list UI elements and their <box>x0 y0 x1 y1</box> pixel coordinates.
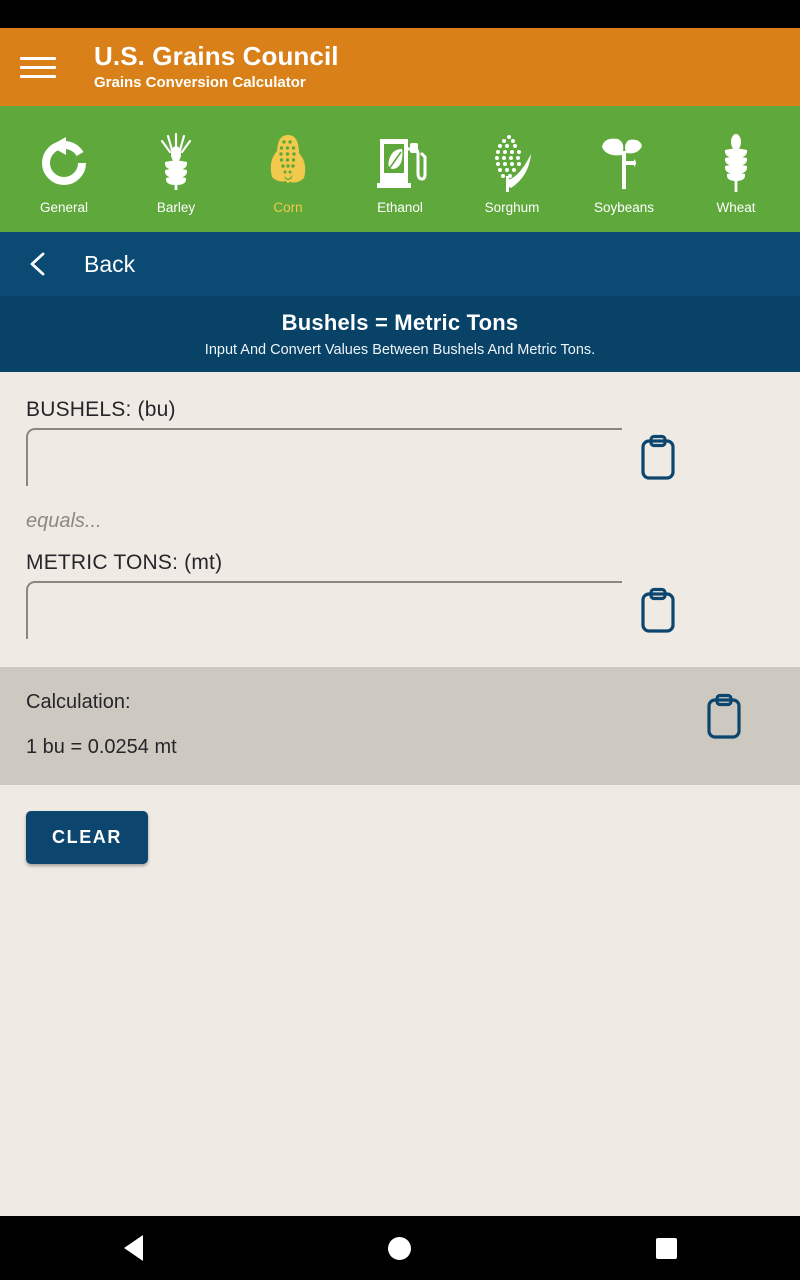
content-spacer <box>0 890 800 1216</box>
system-navigation-bar <box>0 1216 800 1280</box>
copy-calculation-clipboard-icon[interactable] <box>696 687 752 747</box>
bushels-field-group: BUSHELS: (bu) <box>0 372 800 488</box>
nav-label: General <box>39 199 89 215</box>
app-screen: U.S. Grains Council Grains Conversion Ca… <box>0 0 800 1280</box>
copy-metric-tons-clipboard-icon[interactable] <box>630 581 686 641</box>
header-titles: U.S. Grains Council Grains Conversion Ca… <box>94 40 339 92</box>
calculation-text-group: Calculation: 1 bu = 0.0254 mt <box>26 691 177 759</box>
calculation-panel: Calculation: 1 bu = 0.0254 mt <box>0 667 800 785</box>
clear-button[interactable]: CLEAR <box>26 811 148 864</box>
nav-label: Barley <box>156 199 196 215</box>
metric-tons-label: METRIC TONS: (mt) <box>26 551 223 574</box>
corn-cob-icon <box>264 130 312 196</box>
bushels-input[interactable] <box>26 428 622 486</box>
wheat-stalk-icon <box>712 130 760 196</box>
nav-item-general[interactable]: General <box>14 124 114 215</box>
bushels-label: BUSHELS: (bu) <box>26 398 176 421</box>
hamburger-menu-icon[interactable] <box>20 52 56 82</box>
square-recents-icon[interactable] <box>632 1225 702 1271</box>
nav-item-barley[interactable]: Barley <box>126 124 226 215</box>
nav-item-wheat[interactable]: Wheat <box>686 124 786 215</box>
nav-item-ethanol[interactable]: Ethanol <box>350 124 450 215</box>
soybean-sprout-icon <box>596 130 652 196</box>
copy-bushels-clipboard-icon[interactable] <box>630 428 686 488</box>
back-bar[interactable]: Back <box>0 232 800 296</box>
nav-item-corn[interactable]: Corn <box>238 124 338 215</box>
page-title: Bushels = Metric Tons <box>281 310 519 335</box>
refresh-arrow-icon <box>36 130 92 196</box>
main-content: BUSHELS: (bu) equals... METRIC TONS: (mt… <box>0 372 800 1216</box>
metric-tons-field-group: METRIC TONS: (mt) <box>0 551 800 641</box>
equals-text: equals... <box>26 510 102 532</box>
calculation-label: Calculation: <box>26 691 131 713</box>
barley-stalk-icon <box>152 130 200 196</box>
nav-label: Ethanol <box>377 199 423 215</box>
status-bar <box>0 0 800 28</box>
nav-item-sorghum[interactable]: Sorghum <box>462 124 562 215</box>
calculation-value: 1 bu = 0.0254 mt <box>26 736 177 758</box>
nav-label: Corn <box>273 199 303 215</box>
sorghum-head-icon <box>485 130 539 196</box>
app-subtitle: Grains Conversion Calculator <box>94 73 306 91</box>
metric-tons-row <box>26 581 774 641</box>
chevron-left-icon <box>22 247 56 281</box>
page-title-block: Bushels = Metric Tons Input And Convert … <box>0 296 800 372</box>
nav-item-soybeans[interactable]: Soybeans <box>574 124 674 215</box>
fuel-pump-leaf-icon <box>372 130 428 196</box>
nav-label: Sorghum <box>484 199 540 215</box>
bushels-row <box>26 428 774 488</box>
metric-tons-input[interactable] <box>26 581 622 639</box>
back-label: Back <box>84 250 136 277</box>
clear-button-zone: CLEAR <box>0 785 800 890</box>
page-description: Input And Convert Values Between Bushels… <box>204 342 596 358</box>
app-title: U.S. Grains Council <box>94 40 339 71</box>
triangle-back-icon[interactable] <box>98 1225 168 1271</box>
category-nav: General Barley Corn Ethanol Sorghum Soyb… <box>0 106 800 232</box>
app-header: U.S. Grains Council Grains Conversion Ca… <box>0 28 800 106</box>
nav-label: Wheat <box>716 199 756 215</box>
circle-home-icon[interactable] <box>365 1225 435 1271</box>
nav-label: Soybeans <box>593 199 655 215</box>
